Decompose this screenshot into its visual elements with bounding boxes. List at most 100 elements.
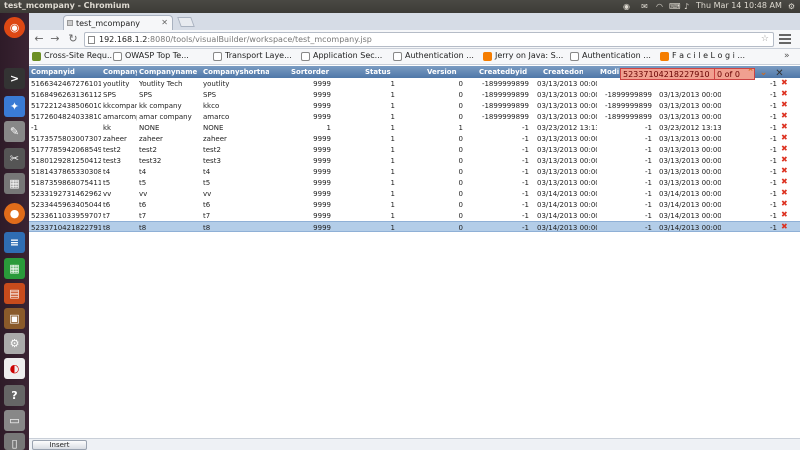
table-cell: 03/13/2013 00:00 xyxy=(659,135,721,143)
overflow-chevron-icon[interactable]: » xyxy=(784,51,790,61)
chromium-tray-icon[interactable]: ◉ xyxy=(622,2,631,11)
column-header[interactable]: Companyid xyxy=(31,68,101,76)
table-row[interactable]: 51722124385060104kkcompanykk company kkco… xyxy=(29,100,800,111)
table-cell: -1 xyxy=(770,179,777,187)
star-icon[interactable]: ☆ xyxy=(761,34,769,44)
volume-icon[interactable]: ♪ xyxy=(682,2,691,11)
terminal-icon[interactable]: > xyxy=(4,68,25,89)
column-header[interactable]: Status xyxy=(365,68,405,76)
find-input[interactable]: 523371042182279​10 xyxy=(620,68,715,80)
bird-icon[interactable]: ✦ xyxy=(4,96,25,117)
bookmark-item[interactable]: Authentication ... xyxy=(393,51,474,63)
table-cell: 9999 xyxy=(313,224,331,232)
ubuntu-logo-icon[interactable]: ◉ xyxy=(4,17,25,38)
menu-icon[interactable] xyxy=(779,34,791,44)
table-cell: 52337104218227910 xyxy=(31,224,101,232)
delete-row-icon[interactable]: ✖ xyxy=(781,167,789,175)
wifi-icon[interactable]: ◠ xyxy=(655,2,664,11)
gear-icon[interactable]: ⚙ xyxy=(787,2,796,11)
delete-row-icon[interactable]: ✖ xyxy=(781,101,789,109)
table-row[interactable]: 51684962631361120 SPS SPS SPS 9999 1 0 -1899999… xyxy=(29,89,800,100)
workspace-switcher-icon[interactable]: ▭ xyxy=(4,410,25,431)
address-bar[interactable]: 192.168.1.2:8080/tools/visualBuilder/wor… xyxy=(84,32,774,47)
table-row[interactable]: 52334459634050440 t6 t6 t6 9999 1 0 -1 03/14/201… xyxy=(29,199,800,210)
bookmark-item[interactable]: Jerry on Java: S... xyxy=(483,51,563,63)
forward-arrow-icon[interactable]: → xyxy=(49,33,61,45)
column-header[interactable]: Companyname xyxy=(139,68,201,76)
presentation-icon[interactable]: ◐ xyxy=(4,358,25,379)
table-cell: -1 xyxy=(770,91,777,99)
table-row[interactable]: 51726048240338104 amarcomp amar company ama… xyxy=(29,111,800,122)
tab-close-icon[interactable]: ✕ xyxy=(161,18,168,27)
keyboard-icon[interactable]: ⌨ xyxy=(669,2,681,11)
mail-icon[interactable]: ✉ xyxy=(640,2,649,11)
tab-strip: test_mcompany ✕ xyxy=(29,13,800,30)
delete-row-icon[interactable]: ✖ xyxy=(781,211,789,219)
delete-row-icon[interactable]: ✖ xyxy=(781,123,789,131)
delete-row-icon[interactable]: ✖ xyxy=(781,200,789,208)
table-row[interactable]: 51735758030073078 zaheer zaheer zaheer 9999 1… xyxy=(29,133,800,144)
table-row[interactable]: 52331927314629620 vv vv vv 9999 1 0 -1 03/14/201… xyxy=(29,188,800,199)
calc-icon[interactable]: ▦ xyxy=(4,258,25,279)
table-row[interactable]: -1 kk NONE NONE 1 1 1 -1 03/23/2012 13:13 -1 03/23… xyxy=(29,122,800,133)
table-row[interactable]: 51777859420685496 test2 test2 test2 9999 1 0 -1… xyxy=(29,144,800,155)
table-cell: 9999 xyxy=(313,146,331,154)
new-tab-button[interactable] xyxy=(177,17,195,27)
table-cell: -1 xyxy=(645,124,652,132)
table-cell: test3 xyxy=(103,157,121,165)
table-cell: 03/13/2013 00:00 xyxy=(659,91,721,99)
table-row[interactable]: 52337104218227910 t8 t8 t8 9999 1 0 -1 03/14/201… xyxy=(29,221,800,232)
clock[interactable]: Thu Mar 14 10:48 AM xyxy=(696,1,782,10)
table-cell: 9999 xyxy=(313,80,331,88)
column-header[interactable]: Version xyxy=(427,68,467,76)
text-editor-icon[interactable]: ✎ xyxy=(4,121,25,142)
bookmark-item[interactable]: Cross-Site Requ... xyxy=(32,51,115,63)
software-center-icon[interactable]: ▣ xyxy=(4,308,25,329)
table-row[interactable]: 51814378653303086 t4 t4 t4 9999 1 0 -1 03/13/201… xyxy=(29,166,800,177)
impress-icon[interactable]: ▤ xyxy=(4,283,25,304)
find-next-icon[interactable]: ⌄ xyxy=(758,68,769,79)
tab-test-mcompany[interactable]: test_mcompany ✕ xyxy=(63,15,173,30)
column-header[interactable]: Companyco xyxy=(103,68,137,76)
table-cell: -1 xyxy=(770,135,777,143)
reload-icon[interactable]: ↻ xyxy=(67,33,79,45)
bookmark-item[interactable]: Authentication ... xyxy=(570,51,651,63)
firefox-icon[interactable]: ● xyxy=(4,203,25,224)
find-close-icon[interactable]: ✕ xyxy=(774,68,785,79)
delete-row-icon[interactable]: ✖ xyxy=(781,90,789,98)
table-cell: t4 xyxy=(103,168,111,176)
tools-icon[interactable]: ✂ xyxy=(4,148,25,169)
bookmark-item[interactable]: Transport Laye... xyxy=(213,51,292,63)
delete-row-icon[interactable]: ✖ xyxy=(781,189,789,197)
trash-icon[interactable]: ▯ xyxy=(4,433,25,450)
delete-row-icon[interactable]: ✖ xyxy=(781,223,789,231)
column-header[interactable]: Companyshortname xyxy=(203,68,269,76)
calculator-icon[interactable]: ▦ xyxy=(4,173,25,194)
back-arrow-icon[interactable]: ← xyxy=(33,33,45,45)
delete-row-icon[interactable]: ✖ xyxy=(781,134,789,142)
column-header[interactable]: Createdon xyxy=(543,68,583,76)
table-row[interactable]: 51873598680754110 t5 t5 t5 9999 1 0 -1 03/13/201… xyxy=(29,177,800,188)
delete-row-icon[interactable]: ✖ xyxy=(781,112,789,120)
table-cell: t6 xyxy=(203,201,211,209)
settings-icon[interactable]: ⚙ xyxy=(4,333,25,354)
column-header[interactable]: Sortorder xyxy=(291,68,331,76)
delete-row-icon[interactable]: ✖ xyxy=(781,145,789,153)
table-row[interactable]: 51801292812504120 test3 test32 test3 9999 1 0-… xyxy=(29,155,800,166)
find-previous-icon[interactable]: ⌃ xyxy=(745,68,756,79)
table-cell: 52336110339597070 xyxy=(31,212,101,220)
insert-button[interactable]: Insert xyxy=(32,440,87,450)
help-icon[interactable]: ? xyxy=(4,385,25,406)
bookmark-item[interactable]: Application Sec... xyxy=(301,51,382,63)
bookmark-item[interactable]: OWASP Top Te... xyxy=(113,51,189,63)
table-cell: -1899999899 xyxy=(481,102,529,110)
table-cell: -1 xyxy=(770,102,777,110)
bookmark-item[interactable]: F a c i l e L o g i ... xyxy=(660,51,745,63)
table-row[interactable]: 52336110339597070 t7 t7 t7 9999 1 0 -1 03/14/201… xyxy=(29,210,800,221)
table-cell: 03/14/2013 00:00 xyxy=(659,224,721,232)
delete-row-icon[interactable]: ✖ xyxy=(781,178,789,186)
delete-row-icon[interactable]: ✖ xyxy=(781,156,789,164)
writer-icon[interactable]: ≡ xyxy=(4,232,25,253)
column-header[interactable]: Createdbyid xyxy=(479,68,535,76)
table-cell: 03/13/2013 00:00 xyxy=(659,102,721,110)
